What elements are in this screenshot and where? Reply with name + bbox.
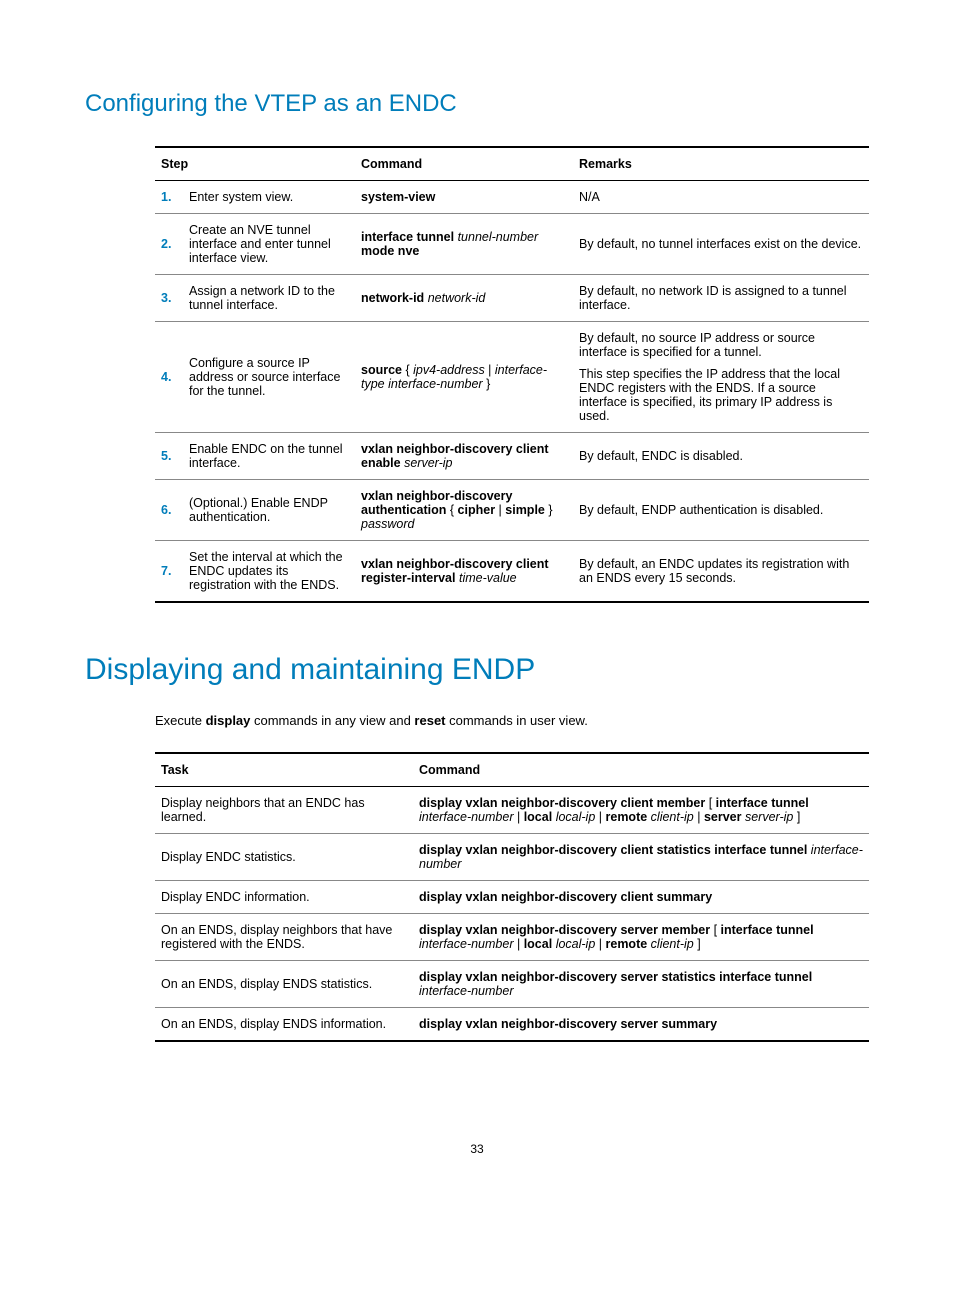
step-desc: Enter system view. <box>183 181 355 214</box>
remarks-cell: By default, ENDP authentication is disab… <box>573 480 869 541</box>
table-row: Display ENDC information.display vxlan n… <box>155 881 869 914</box>
table-row: 6.(Optional.) Enable ENDP authentication… <box>155 480 869 541</box>
step-number: 7. <box>155 541 183 603</box>
command-cell: interface tunnel tunnel-numbermode nve <box>355 214 573 275</box>
th-task: Task <box>155 753 413 787</box>
step-number: 1. <box>155 181 183 214</box>
config-vtep-table: Step Command Remarks 1.Enter system view… <box>155 146 869 603</box>
remarks-cell: By default, an ENDC updates its registra… <box>573 541 869 603</box>
remarks-cell: N/A <box>573 181 869 214</box>
command-cell: display vxlan neighbor-discovery server … <box>413 1008 869 1042</box>
intro-text: Execute display commands in any view and… <box>155 713 869 728</box>
th-command: Command <box>355 147 573 181</box>
step-number: 6. <box>155 480 183 541</box>
task-cell: On an ENDS, display ENDS information. <box>155 1008 413 1042</box>
command-cell: display vxlan neighbor-discovery client … <box>413 787 869 834</box>
command-cell: display vxlan neighbor-discovery client … <box>413 881 869 914</box>
task-cell: On an ENDS, display ENDS statistics. <box>155 961 413 1008</box>
step-number: 2. <box>155 214 183 275</box>
command-cell: network-id network-id <box>355 275 573 322</box>
step-desc: Create an NVE tunnel interface and enter… <box>183 214 355 275</box>
command-cell: vxlan neighbor-discovery client register… <box>355 541 573 603</box>
remarks-cell: By default, no network ID is assigned to… <box>573 275 869 322</box>
section-heading: Configuring the VTEP as an ENDC <box>85 90 869 118</box>
task-cell: Display neighbors that an ENDC has learn… <box>155 787 413 834</box>
table-row: 4.Configure a source IP address or sourc… <box>155 322 869 433</box>
table-row: 1.Enter system view.system-viewN/A <box>155 181 869 214</box>
command-cell: vxlan neighbor-discovery client enable s… <box>355 433 573 480</box>
table-row: 2.Create an NVE tunnel interface and ent… <box>155 214 869 275</box>
step-number: 4. <box>155 322 183 433</box>
table-row: Display neighbors that an ENDC has learn… <box>155 787 869 834</box>
task-cell: On an ENDS, display neighbors that have … <box>155 914 413 961</box>
step-desc: Configure a source IP address or source … <box>183 322 355 433</box>
command-cell: display vxlan neighbor-discovery server … <box>413 914 869 961</box>
th-remarks: Remarks <box>573 147 869 181</box>
step-desc: Set the interval at which the ENDC updat… <box>183 541 355 603</box>
step-number: 5. <box>155 433 183 480</box>
main-heading: Displaying and maintaining ENDP <box>85 653 869 687</box>
table-row: 3.Assign a network ID to the tunnel inte… <box>155 275 869 322</box>
table-row: On an ENDS, display neighbors that have … <box>155 914 869 961</box>
command-cell: system-view <box>355 181 573 214</box>
table-row: 7.Set the interval at which the ENDC upd… <box>155 541 869 603</box>
step-number: 3. <box>155 275 183 322</box>
command-cell: display vxlan neighbor-discovery server … <box>413 961 869 1008</box>
table-row: On an ENDS, display ENDS information.dis… <box>155 1008 869 1042</box>
th-step: Step <box>155 147 355 181</box>
page-number: 33 <box>85 1142 869 1156</box>
command-cell: vxlan neighbor-discovery authentication … <box>355 480 573 541</box>
command-cell: source { ipv4-address | interface-type i… <box>355 322 573 433</box>
table-row: On an ENDS, display ENDS statistics.disp… <box>155 961 869 1008</box>
th-command: Command <box>413 753 869 787</box>
command-cell: display vxlan neighbor-discovery client … <box>413 834 869 881</box>
remarks-cell: By default, no tunnel interfaces exist o… <box>573 214 869 275</box>
step-desc: (Optional.) Enable ENDP authentication. <box>183 480 355 541</box>
remarks-cell: By default, ENDC is disabled. <box>573 433 869 480</box>
step-desc: Enable ENDC on the tunnel interface. <box>183 433 355 480</box>
task-cell: Display ENDC statistics. <box>155 834 413 881</box>
table-row: Display ENDC statistics.display vxlan ne… <box>155 834 869 881</box>
remarks-cell: By default, no source IP address or sour… <box>573 322 869 433</box>
display-endp-table: Task Command Display neighbors that an E… <box>155 752 869 1042</box>
task-cell: Display ENDC information. <box>155 881 413 914</box>
step-desc: Assign a network ID to the tunnel interf… <box>183 275 355 322</box>
table-row: 5.Enable ENDC on the tunnel interface.vx… <box>155 433 869 480</box>
